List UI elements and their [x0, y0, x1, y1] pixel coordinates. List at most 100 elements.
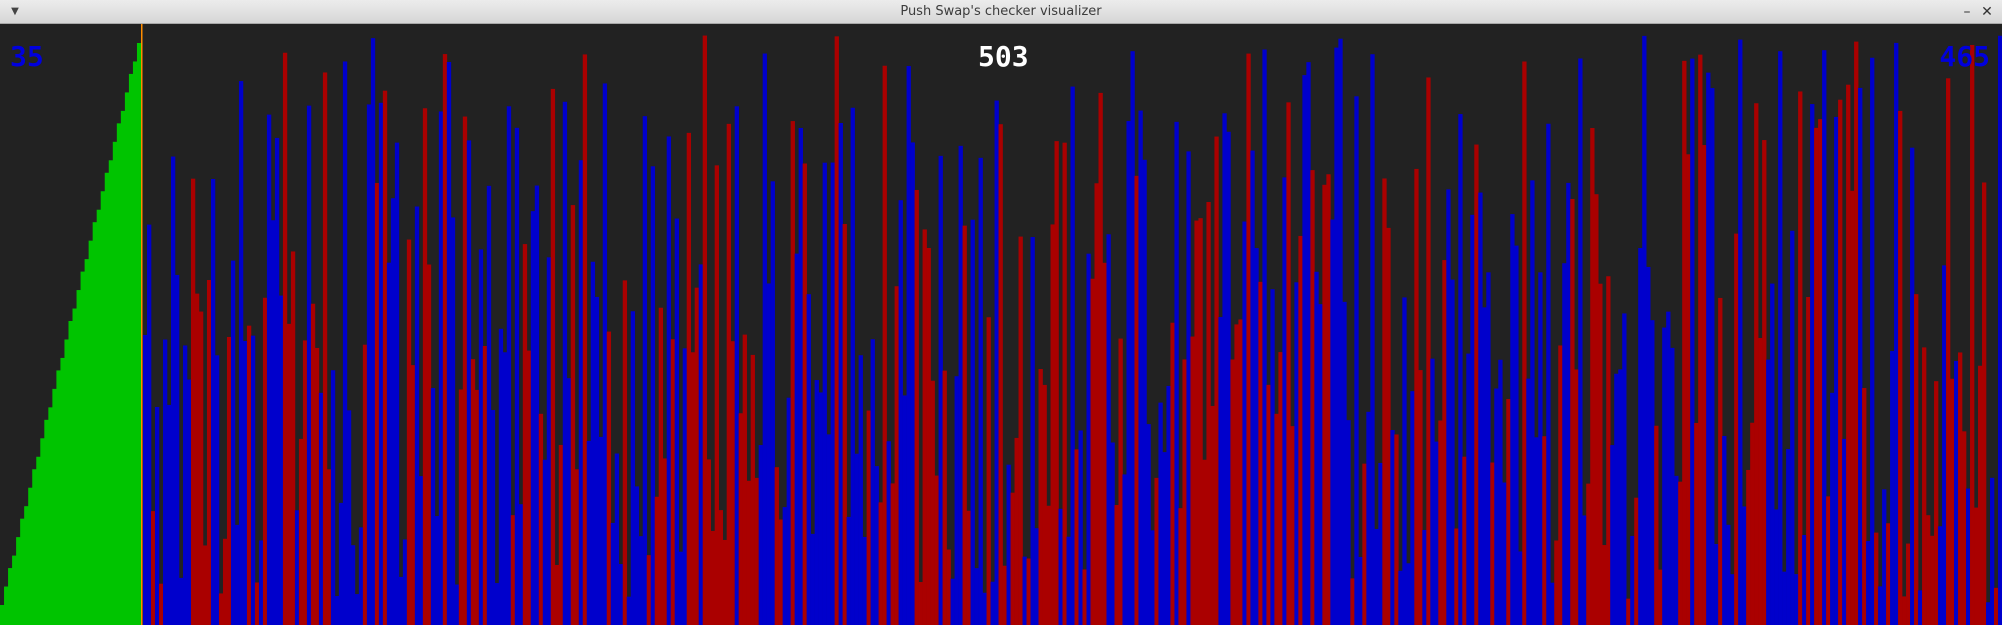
stack-b-bar: [702, 35, 707, 625]
stack-b-bar: [754, 477, 759, 625]
stack-b-bar: [934, 475, 939, 625]
stack-b-bar: [762, 53, 767, 625]
stack-b-bar: [1134, 175, 1139, 625]
stack-b-bar: [462, 116, 468, 625]
stack-b-bar: [766, 283, 771, 625]
stack-b-bar: [458, 389, 464, 625]
stack-b-bar: [198, 311, 204, 625]
stack-a-bar: [60, 357, 66, 625]
stack-b-bar: [1186, 151, 1191, 625]
stack-b-bar: [1990, 477, 1995, 625]
stack-b-bar: [474, 389, 480, 625]
stack-b-count: 465: [1939, 40, 1990, 73]
stack-b-bar: [1694, 422, 1699, 625]
stack-b-bar: [1006, 464, 1011, 625]
stack-b-bar: [254, 582, 260, 625]
stack-b-bar: [602, 83, 608, 625]
stack-b-bar: [322, 72, 328, 625]
stack-b-bar: [1586, 483, 1591, 625]
stack-b-bar: [1606, 276, 1611, 625]
stack-b-bar: [626, 596, 632, 625]
stack-b-bar: [958, 145, 963, 625]
close-button[interactable]: ✕: [1978, 3, 1996, 21]
stack-b-bar: [1730, 574, 1735, 625]
stack-b-bar: [1678, 481, 1683, 625]
stack-b-bar: [1106, 234, 1111, 625]
stack-b-bar: [594, 296, 600, 625]
stack-b-bar: [1370, 54, 1375, 625]
stack-b-bar: [1042, 384, 1047, 625]
stack-b-bar: [1886, 523, 1891, 625]
stack-b-bar: [1142, 159, 1147, 625]
stack-b-bar: [1206, 202, 1211, 625]
stack-b-bar: [578, 160, 584, 625]
stack-b-bar: [1830, 392, 1835, 625]
stack-b-bar: [1070, 86, 1075, 625]
stack-a-bar: [88, 240, 94, 625]
stack-b-bar: [1630, 535, 1635, 625]
stack-a-bar: [128, 73, 134, 625]
minimize-button[interactable]: –: [1958, 3, 1976, 21]
stack-b-bar: [1646, 266, 1651, 625]
stack-b-bar: [1710, 88, 1715, 625]
stack-b-bar: [1786, 449, 1791, 625]
stack-b-bar: [1238, 319, 1243, 625]
stack-b-bar: [1942, 265, 1947, 625]
stack-b-bar: [1674, 475, 1679, 625]
stack-b-bar: [1254, 248, 1259, 625]
stack-divider: [141, 24, 143, 625]
stack-a-bar: [8, 568, 13, 625]
stack-b-bar: [1726, 524, 1731, 625]
stack-b-bar: [1334, 47, 1339, 625]
stack-a-bar: [80, 271, 86, 625]
stack-b-bar: [510, 515, 516, 625]
stack-b-bar: [1542, 436, 1547, 625]
stack-b-bar: [294, 510, 300, 625]
stack-b-bar: [1558, 345, 1563, 625]
stack-b-bar: [330, 370, 336, 625]
stack-b-bar: [1274, 413, 1279, 625]
stack-b-bar: [1950, 378, 1955, 625]
stack-a-bar: [28, 487, 33, 625]
stack-b-bar: [906, 66, 911, 625]
stack-b-bar: [582, 54, 588, 625]
stack-b-bar: [514, 127, 520, 625]
stack-b-bar: [1314, 271, 1319, 625]
stack-b-bar: [1842, 438, 1847, 625]
stack-b-bar: [1526, 378, 1531, 625]
stack-b-bar: [470, 359, 476, 625]
stack-b-bar: [226, 336, 232, 625]
stack-b-bar: [1818, 119, 1823, 625]
stack-b-bar: [1178, 508, 1183, 625]
stack-b-bar: [298, 438, 304, 625]
stack-b-bar: [850, 107, 855, 625]
stack-b-bar: [406, 239, 412, 625]
stack-b-bar: [778, 519, 783, 625]
stack-b-bar: [1438, 420, 1443, 625]
stack-b-bar: [946, 549, 951, 625]
stack-b-bar: [1918, 590, 1923, 625]
stack-b-bar: [922, 229, 927, 625]
stack-b-bar: [314, 347, 320, 625]
stack-b-bar: [1094, 183, 1099, 625]
close-icon: ✕: [1981, 4, 1993, 20]
stack-b-bar: [990, 581, 995, 625]
stack-b-bar: [418, 476, 424, 625]
stack-b-bar: [798, 127, 803, 625]
stack-b-bar: [1014, 437, 1019, 625]
stack-b-bar: [1618, 369, 1623, 625]
stack-b-bar: [1422, 529, 1427, 625]
stack-b-bar: [394, 142, 400, 625]
stack-b-bar: [438, 111, 444, 625]
stack-b-bar: [1662, 327, 1667, 625]
stack-b-bar: [1870, 57, 1875, 625]
stack-b-bar: [994, 100, 999, 625]
stack-b-bar: [862, 536, 867, 625]
stack-b-bar: [1198, 218, 1203, 625]
stack-b-bar: [1898, 110, 1903, 625]
stack-b-bar: [1502, 482, 1507, 625]
stack-b-bar: [282, 52, 288, 625]
stack-b-bar: [1098, 92, 1103, 625]
stack-b-bar: [206, 280, 212, 625]
stack-b-bar: [466, 140, 472, 625]
